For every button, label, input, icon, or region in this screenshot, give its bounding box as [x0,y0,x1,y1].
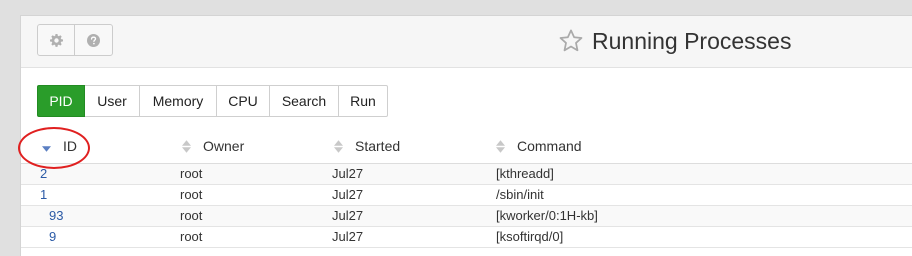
column-label: Command [517,138,582,154]
column-label: Owner [203,138,245,154]
tab-run[interactable]: Run [339,85,388,117]
settings-button[interactable] [38,25,74,55]
tab-pid[interactable]: PID [37,85,85,117]
process-id-link[interactable]: 1 [40,185,47,205]
tab-search[interactable]: Search [270,85,339,117]
view-tabs: PID User Memory CPU Search Run [37,85,388,117]
started-cell: Jul27 [332,166,364,181]
sort-both-icon [334,139,343,153]
table-row: 2 root Jul27 [kthreadd] [21,164,912,185]
table-row: 9 root Jul27 [ksoftirqd/0] [21,227,912,248]
process-id-link[interactable]: 93 [49,206,63,226]
started-cell: Jul27 [332,208,364,223]
table-row: 1 root Jul27 /sbin/init [21,185,912,206]
started-cell: Jul27 [332,187,364,202]
gear-icon [49,33,63,47]
panel-header: Running Processes [21,16,912,68]
process-table-body: 2 root Jul27 [kthreadd] 1 root Jul27 /sb… [21,164,912,248]
tab-cpu[interactable]: CPU [217,85,270,117]
owner-cell: root [180,166,203,181]
command-cell: [kthreadd] [496,166,554,181]
processes-panel: Running Processes PID User Memory CPU Se… [20,15,912,256]
column-header-command[interactable]: Command [496,129,582,163]
process-id-link[interactable]: 9 [49,227,56,247]
owner-cell: root [180,187,203,202]
column-header-id[interactable]: ID [42,129,77,163]
title-area: Running Processes [558,26,791,56]
column-header-started[interactable]: Started [334,129,400,163]
sort-descending-icon [42,140,51,152]
question-circle-icon [86,33,100,47]
column-header-owner[interactable]: Owner [182,129,244,163]
table-row: 93 root Jul27 [kworker/0:1H-kb] [21,206,912,227]
started-cell: Jul27 [332,229,364,244]
sort-both-icon [182,139,191,153]
tab-memory[interactable]: Memory [140,85,217,117]
column-label: ID [63,138,77,154]
column-label: Started [355,138,401,154]
page-title: Running Processes [592,27,792,54]
tab-user[interactable]: User [85,85,140,117]
star-outline-icon[interactable] [558,28,584,54]
command-cell: [ksoftirqd/0] [496,229,564,244]
command-cell: [kworker/0:1H-kb] [496,208,598,223]
owner-cell: root [180,229,203,244]
sort-both-icon [496,139,505,153]
header-button-group [37,24,113,56]
owner-cell: root [180,208,203,223]
help-button[interactable] [74,25,111,55]
command-cell: /sbin/init [496,187,544,202]
table-header: ID Owner Started Command [21,129,912,164]
process-id-link[interactable]: 2 [40,164,47,184]
